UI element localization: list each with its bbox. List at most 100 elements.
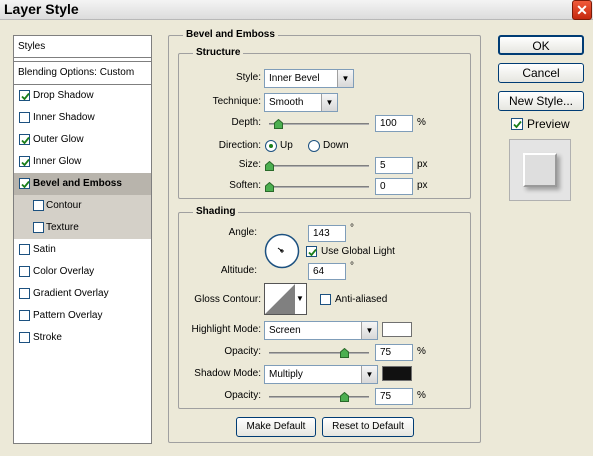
close-icon[interactable]: ✕ bbox=[572, 0, 592, 20]
styles-list: Styles Blending Options: Custom Drop Sha… bbox=[13, 35, 152, 444]
soften-slider-thumb[interactable] bbox=[265, 182, 274, 192]
ok-button[interactable]: OK bbox=[498, 35, 584, 55]
shadow-color-swatch[interactable] bbox=[382, 366, 412, 381]
chevron-down-icon: ▼ bbox=[337, 70, 353, 87]
size-slider-thumb[interactable] bbox=[265, 161, 274, 171]
title-bar: Layer Style ✕ bbox=[0, 0, 593, 20]
size-unit: px bbox=[417, 159, 428, 170]
style-item-checkbox[interactable] bbox=[19, 266, 30, 277]
style-item-label: Drop Shadow bbox=[33, 90, 94, 101]
highlight-opacity-thumb[interactable] bbox=[340, 348, 349, 358]
angle-unit: ° bbox=[350, 223, 354, 234]
altitude-unit: ° bbox=[350, 261, 354, 272]
style-item-checkbox[interactable] bbox=[19, 244, 30, 255]
style-item-checkbox[interactable] bbox=[19, 288, 30, 299]
shadow-opacity-slider[interactable] bbox=[269, 396, 369, 398]
cancel-button[interactable]: Cancel bbox=[498, 63, 584, 83]
style-item-label: Pattern Overlay bbox=[33, 310, 103, 321]
gloss-contour-picker[interactable]: ▼ bbox=[264, 283, 307, 315]
style-items: Drop Shadow Inner Shadow Outer Glow Inner G… bbox=[14, 85, 151, 349]
soften-unit: px bbox=[417, 180, 428, 191]
style-item-label: Contour bbox=[46, 200, 82, 211]
style-item[interactable]: Color Overlay bbox=[14, 261, 151, 283]
style-item-checkbox[interactable] bbox=[19, 90, 30, 101]
style-item-label: Texture bbox=[46, 222, 79, 233]
bevel-emboss-group: Bevel and Emboss Structure Style: Inner … bbox=[168, 29, 481, 443]
style-item[interactable]: Outer Glow bbox=[14, 129, 151, 151]
size-input[interactable]: 5 bbox=[375, 157, 413, 174]
style-item[interactable]: Inner Shadow bbox=[14, 107, 151, 129]
use-global-light-checkbox[interactable] bbox=[306, 246, 317, 257]
depth-input[interactable]: 100 bbox=[375, 115, 413, 132]
style-item-checkbox[interactable] bbox=[33, 200, 44, 211]
technique-select[interactable]: Smooth ▼ bbox=[264, 93, 338, 112]
style-item-checkbox[interactable] bbox=[19, 178, 30, 189]
style-item-checkbox[interactable] bbox=[19, 332, 30, 343]
angle-input[interactable]: 143 bbox=[308, 225, 346, 242]
style-item-checkbox[interactable] bbox=[19, 134, 30, 145]
soften-slider[interactable] bbox=[269, 186, 369, 188]
style-item[interactable]: Inner Glow bbox=[14, 151, 151, 173]
highlight-opacity-slider[interactable] bbox=[269, 352, 369, 354]
anti-aliased-label: Anti-aliased bbox=[335, 294, 388, 305]
depth-slider[interactable] bbox=[269, 123, 369, 125]
chevron-down-icon: ▼ bbox=[321, 94, 337, 111]
style-select[interactable]: Inner Bevel ▼ bbox=[264, 69, 354, 88]
use-global-light-label: Use Global Light bbox=[321, 246, 395, 257]
highlight-opacity-input[interactable]: 75 bbox=[375, 344, 413, 361]
depth-label: Depth: bbox=[231, 117, 261, 128]
size-slider[interactable] bbox=[269, 165, 369, 167]
styles-header[interactable]: Styles bbox=[14, 36, 151, 58]
preview-swatch bbox=[523, 153, 557, 187]
bevel-emboss-title: Bevel and Emboss bbox=[183, 29, 278, 40]
soften-label: Soften: bbox=[229, 180, 261, 191]
shadow-mode-select[interactable]: Multiply ▼ bbox=[264, 365, 378, 384]
highlight-opacity-label: Opacity: bbox=[224, 346, 261, 357]
preview-checkbox[interactable] bbox=[511, 118, 523, 130]
shadow-mode-value: Multiply bbox=[269, 369, 303, 380]
direction-up-radio[interactable] bbox=[265, 140, 277, 152]
soften-input[interactable]: 0 bbox=[375, 178, 413, 195]
style-item[interactable]: Bevel and Emboss bbox=[14, 173, 151, 195]
direction-down-radio[interactable] bbox=[308, 140, 320, 152]
style-item-checkbox[interactable] bbox=[33, 222, 44, 233]
blending-options-item[interactable]: Blending Options: Custom bbox=[14, 61, 151, 85]
shadow-mode-label: Shadow Mode: bbox=[194, 368, 261, 379]
style-item-checkbox[interactable] bbox=[19, 112, 30, 123]
style-label: Style: bbox=[235, 72, 261, 83]
style-item-label: Color Overlay bbox=[33, 266, 95, 277]
style-item[interactable]: Contour bbox=[14, 195, 151, 217]
altitude-input[interactable]: 64 bbox=[308, 263, 346, 280]
style-item[interactable]: Gradient Overlay bbox=[14, 283, 151, 305]
reset-to-default-button[interactable]: Reset to Default bbox=[322, 417, 414, 437]
highlight-mode-select[interactable]: Screen ▼ bbox=[264, 321, 378, 340]
style-item[interactable]: Texture bbox=[14, 217, 151, 239]
style-item[interactable]: Drop Shadow bbox=[14, 85, 151, 107]
anti-aliased-checkbox[interactable] bbox=[320, 294, 331, 305]
altitude-label: Altitude: bbox=[220, 265, 257, 276]
direction-up-label: Up bbox=[280, 140, 293, 151]
shadow-opacity-label: Opacity: bbox=[224, 390, 261, 401]
style-item[interactable]: Pattern Overlay bbox=[14, 305, 151, 327]
style-item-label: Outer Glow bbox=[33, 134, 84, 145]
angle-label: Angle: bbox=[228, 227, 257, 238]
style-item-label: Stroke bbox=[33, 332, 62, 343]
chevron-down-icon: ▼ bbox=[361, 366, 377, 383]
style-item-label: Satin bbox=[33, 244, 56, 255]
style-item[interactable]: Stroke bbox=[14, 327, 151, 349]
style-item-checkbox[interactable] bbox=[19, 156, 30, 167]
style-select-value: Inner Bevel bbox=[269, 73, 320, 84]
shadow-opacity-input[interactable]: 75 bbox=[375, 388, 413, 405]
angle-dial-icon[interactable] bbox=[264, 233, 300, 269]
depth-slider-thumb[interactable] bbox=[274, 119, 283, 129]
highlight-mode-label: Highlight Mode: bbox=[191, 324, 261, 335]
make-default-button[interactable]: Make Default bbox=[236, 417, 316, 437]
shadow-opacity-thumb[interactable] bbox=[340, 392, 349, 402]
style-item[interactable]: Satin bbox=[14, 239, 151, 261]
contour-preview-icon bbox=[265, 284, 295, 314]
new-style-button[interactable]: New Style... bbox=[498, 91, 584, 111]
highlight-mode-value: Screen bbox=[269, 325, 301, 336]
highlight-color-swatch[interactable] bbox=[382, 322, 412, 337]
style-item-checkbox[interactable] bbox=[19, 310, 30, 321]
direction-label: Direction: bbox=[218, 140, 261, 151]
